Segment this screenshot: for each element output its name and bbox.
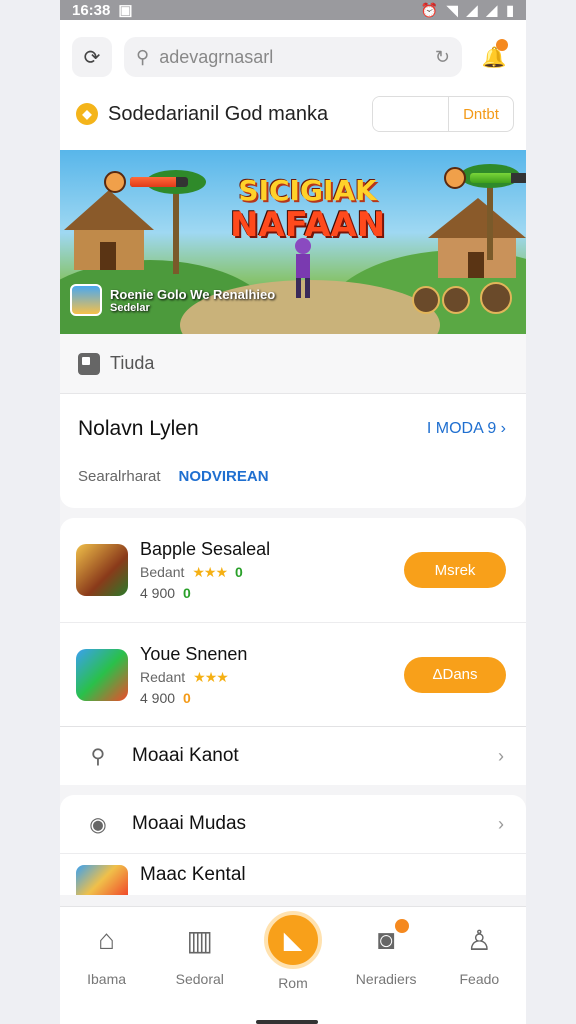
section-row[interactable]: Maac Kental <box>60 853 526 895</box>
app-count: 4 900 <box>140 585 176 601</box>
section-label: Tiuda <box>110 353 155 373</box>
app-name: Youe Snenen <box>140 643 248 664</box>
search-bar[interactable]: ⚲ adevagrnasarl ↻ <box>124 37 462 77</box>
app-name: Bapple Sesaleal <box>140 539 271 559</box>
chevron-right-icon: › <box>498 813 504 834</box>
game-character <box>295 238 311 298</box>
info-more-link[interactable]: I MODA 9 › <box>427 420 506 438</box>
app-icon <box>76 544 128 596</box>
section-row-label: Moaai Mudas <box>132 813 247 834</box>
tab-label: Sedoral <box>175 971 224 987</box>
banner-caption: Roenie Golo We Renalhieo Sedelar <box>70 284 275 316</box>
gallery-icon: ▣ <box>118 2 133 19</box>
tab-notifications[interactable]: ◙ Neradiers <box>341 919 431 987</box>
tab-label: Ibama <box>87 971 127 987</box>
info-card: Tiuda Nolavn Lylen I MODA 9 › Searalrhar… <box>60 334 526 508</box>
note-icon <box>78 352 100 375</box>
refresh-circle-button[interactable]: ⟳ <box>72 37 112 77</box>
chevron-right-icon: › <box>498 745 504 766</box>
game-skill-button[interactable] <box>442 286 470 314</box>
notification-dot <box>496 39 508 51</box>
circle-arrow-icon: ⟳ <box>83 46 101 69</box>
reload-icon[interactable]: ↻ <box>435 47 450 68</box>
info-value-link[interactable]: NODVIREAN <box>179 468 269 485</box>
battery-icon: ▮ <box>506 1 514 18</box>
alarm-icon: ⏰ <box>420 1 438 18</box>
app-rating: 0 <box>235 564 243 580</box>
home-icon: ⌂ <box>98 924 116 955</box>
search-more-row[interactable]: ⚲ Moaai Kanot › <box>60 727 526 785</box>
status-bar: 16:38 ▣ ⏰ ◥ ◢ ◢ ▮ <box>60 0 526 20</box>
page-title: Sodedarianil God manka <box>108 102 329 125</box>
enemy-health-hud <box>444 167 526 189</box>
tab-label: Rom <box>278 975 308 991</box>
chat-icon: ◣ <box>263 911 322 969</box>
game-logo: SICIGIAK NAFAAN <box>230 174 385 242</box>
info-key: Searalrharat <box>78 468 161 485</box>
notifications-button[interactable]: 🔔 <box>474 37 514 77</box>
tab-label: Neradiers <box>355 971 417 987</box>
person-icon: ♙ <box>466 924 492 956</box>
more-sections: ◉ Moaai Mudas › Maac Kental <box>60 795 526 895</box>
tab-social[interactable]: ▥ Sedoral <box>155 923 245 988</box>
app-list: Bapple Sesaleal Bedant ★★★ 0 4 900 0 Msr… <box>60 518 526 785</box>
palm-tree <box>460 164 520 260</box>
app-item[interactable]: Bapple Sesaleal Bedant ★★★ 0 4 900 0 Msr… <box>60 518 526 622</box>
search-more-label: Moaai Kanot <box>132 745 239 766</box>
header-actions: Dntbt <box>372 96 514 132</box>
tab-label: Feado <box>459 971 500 987</box>
top-header: ⟳ ⚲ adevagrnasarl ↻ 🔔 ◆ Sodedarianil God… <box>60 20 526 150</box>
tab-badge <box>395 919 410 933</box>
app-action-button[interactable]: Msrek <box>404 552 506 588</box>
player-avatar <box>104 171 126 193</box>
phone-screen: 16:38 ▣ ⏰ ◥ ◢ ◢ ▮ ⟳ ⚲ adevagrnasarl ↻ 🔔 <box>60 0 526 1024</box>
app-stars: ★★★ <box>192 564 228 580</box>
header-action-button[interactable]: Dntbt <box>449 97 513 131</box>
section-row-label: Maac Kental <box>140 863 246 885</box>
app-tag: 0 <box>183 689 191 706</box>
game-logo-line1: SICIGIAK <box>238 174 377 207</box>
app-tag: 0 <box>183 585 191 601</box>
game-attack-button[interactable] <box>480 282 512 314</box>
app-count: 4 900 <box>140 689 176 706</box>
banner-caption-text: Roenie Golo We Renalhieo <box>110 286 276 302</box>
circle-icon: ◉ <box>89 813 107 836</box>
tab-home[interactable]: ⌂ Ibama <box>62 923 152 987</box>
book-icon: ▥ <box>186 924 214 956</box>
info-more-label: I MODA 9 <box>426 420 497 437</box>
banner-caption-sub: Sedelar <box>110 301 150 314</box>
tab-profile[interactable]: ♙ Feado <box>434 923 524 988</box>
game-small-icon <box>70 284 102 316</box>
featured-game-banner[interactable]: SICIGIAK NAFAAN Roenie Golo We Renalhieo… <box>60 150 526 334</box>
wifi-icon: ◥ <box>446 1 458 18</box>
app-developer: Bedant <box>140 564 185 580</box>
tab-center[interactable]: ◣ Rom <box>248 911 338 991</box>
bottom-tab-bar: ⌂ Ibama ▥ Sedoral ◣ Rom ◙ Neradiers ♙ Fe… <box>60 906 526 1024</box>
banner-hut <box>64 190 154 270</box>
signal-icon: ◢ <box>466 1 478 18</box>
app-stars: ★★★ <box>193 668 229 685</box>
app-developer: Redant <box>140 668 186 685</box>
enemy-avatar <box>444 167 466 189</box>
player-health-hud <box>104 171 188 193</box>
game-skill-button[interactable] <box>412 286 440 314</box>
signal2-icon: ◢ <box>486 1 498 18</box>
home-indicator <box>256 1020 318 1024</box>
header-blank-field[interactable] <box>373 97 449 131</box>
search-icon: ⚲ <box>136 46 150 67</box>
app-icon <box>76 865 128 895</box>
section-row[interactable]: ◉ Moaai Mudas › <box>60 795 526 853</box>
app-action-button[interactable]: ΔDans <box>404 656 506 693</box>
brand-logo-icon: ◆ <box>76 103 98 125</box>
info-title: Nolavn Lylen <box>78 417 199 440</box>
search-input[interactable]: adevagrnasarl <box>159 47 425 68</box>
chevron-right-icon: › <box>500 420 506 437</box>
app-item[interactable]: Youe Snenen Redant ★★★ 4 900 0 ΔDans <box>60 622 526 726</box>
section-header: Tiuda <box>60 334 526 394</box>
search-icon: ⚲ <box>90 745 106 768</box>
app-icon <box>76 648 128 701</box>
game-logo-line2: NAFAAN <box>230 205 386 245</box>
status-time: 16:38 <box>72 1 111 19</box>
